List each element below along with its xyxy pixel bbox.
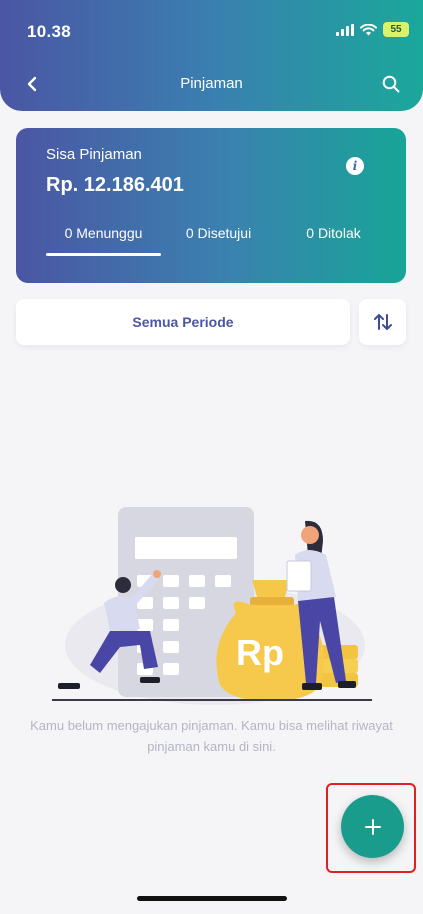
add-loan-button[interactable] xyxy=(341,795,404,858)
wifi-icon xyxy=(360,23,377,35)
app-header: 10.38 55 Pinjaman xyxy=(0,0,423,111)
battery-indicator: 55 xyxy=(383,22,409,37)
page-title: Pinjaman xyxy=(180,75,243,92)
remaining-loan-label: Sisa Pinjaman xyxy=(46,146,142,163)
search-button[interactable] xyxy=(379,72,403,96)
tab-disetujui[interactable]: 0 Disetujui xyxy=(161,223,276,259)
money-bag-text: Rp xyxy=(236,632,284,673)
empty-state-message: Kamu belum mengajukan pinjaman. Kamu bis… xyxy=(30,718,393,754)
empty-loan-illustration: Rp xyxy=(52,507,372,705)
status-bar: 10.38 55 xyxy=(0,0,423,60)
sort-arrows-icon xyxy=(373,314,392,330)
home-indicator[interactable] xyxy=(137,896,287,901)
cellular-signal-icon xyxy=(336,23,354,36)
period-filter-label: Semua Periode xyxy=(132,314,234,330)
status-time: 10.38 xyxy=(27,22,72,41)
loan-summary-card: Sisa Pinjaman Rp. 12.186.401 i 0 Menungg… xyxy=(16,128,406,283)
plus-icon xyxy=(364,818,381,835)
remaining-loan-amount: Rp. 12.186.401 xyxy=(46,174,184,196)
tab-menunggu[interactable]: 0 Menunggu xyxy=(46,223,161,259)
sort-button[interactable] xyxy=(359,299,406,345)
status-tabs: 0 Menunggu 0 Disetujui 0 Ditolak xyxy=(46,223,391,259)
nav-bar: Pinjaman xyxy=(0,62,423,106)
tab-ditolak[interactable]: 0 Ditolak xyxy=(276,223,391,259)
info-icon[interactable]: i xyxy=(346,157,364,175)
status-icons: 55 xyxy=(336,22,409,37)
period-filter-button[interactable]: Semua Periode xyxy=(16,299,350,345)
search-icon xyxy=(382,75,400,93)
